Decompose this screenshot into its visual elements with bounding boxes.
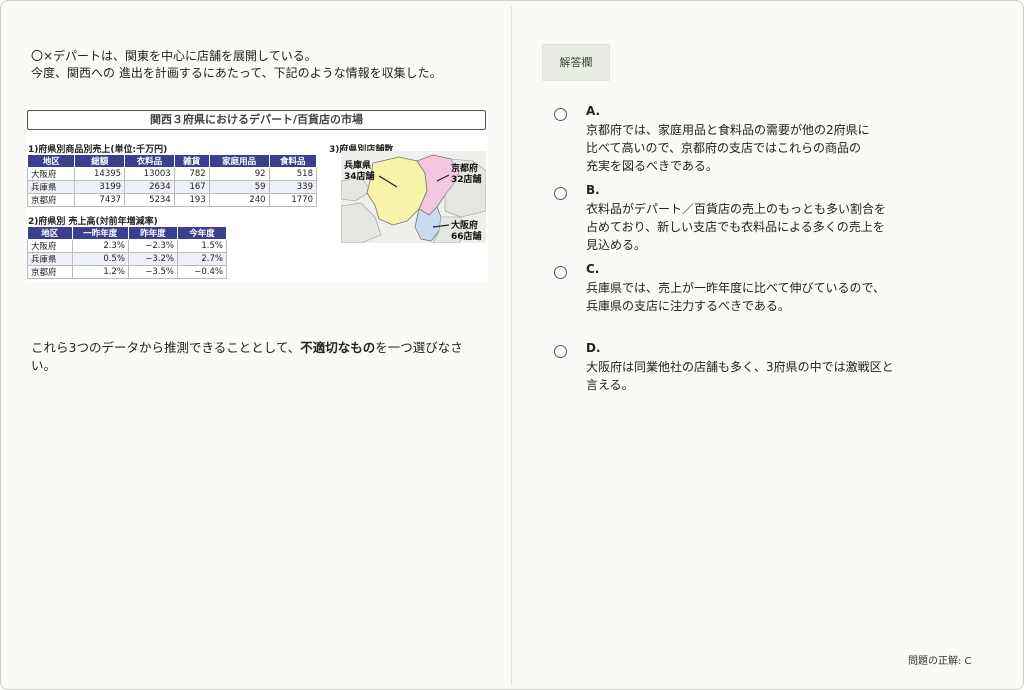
sales-growth-table: 地区 一昨年度 昨年度 今年度 大阪府 2.3% −2.3% 1.5% 兵庫県 0.5% −3.2%… [27,226,228,279]
option-a-text: 京都府では、家庭用品と食料品の需要が他の2府県に 比べて高いので、京都府の支店で… [586,123,870,173]
prompt-prefix: これら3つのデータから推測できることとして、 [31,340,301,355]
growth-table-row: 大阪府 2.3% −2.3% 1.5% [27,239,228,253]
sales-table-cell: 京都府 [26,193,76,207]
option-d-letter: D. [586,341,601,355]
growth-table-cell: −3.2% [127,252,178,266]
sales-table-cell: 14395 [74,167,126,181]
market-figure: 関西３府県におけるデパート/百貨店の市場 1)府県別商品別売上(単位:千万円) … [26,106,488,282]
sales-table-cell: 2634 [124,180,175,194]
growth-table-cell: 2.3% [71,239,129,253]
growth-table-cell: 2.7% [176,252,228,266]
option-d-text: 大阪府は同業他社の店舗も多く、3府県の中では激戦区と 言える。 [586,360,894,392]
growth-table-header-row: 地区 一昨年度 昨年度 今年度 [27,226,228,240]
sales-table-cell: 339 [268,180,318,194]
sales-table-cell: 92 [208,167,270,181]
hyogo-count: 34店舗 [344,170,375,182]
sales-table-header-cell: 食料品 [268,154,318,168]
growth-table-cell: 1.5% [176,239,228,253]
option-a-radio[interactable] [554,108,567,121]
sales-table-header-cell: 地区 [26,154,76,168]
question-line-2: 今度、関西への 進出を計画するにあたって、下記のような情報を収集した。 [31,66,442,80]
sales-table-cell: 59 [208,180,270,194]
option-b-radio[interactable] [554,187,567,200]
growth-table-header-cell: 地区 [27,226,73,240]
sales-table-row: 兵庫県 3199 2634 167 59 339 [26,180,318,194]
sales-table-cell: 167 [173,180,210,194]
option-a-letter: A. [586,104,601,118]
option-c-text: 兵庫県では、売上が一昨年度に比べて伸びているので、 兵庫県の支店に注力するべきで… [586,281,886,313]
answer-section-label: 解答欄 [542,44,610,81]
kyoto-label: 京都府 [451,162,478,174]
growth-table-cell: −3.5% [127,265,178,279]
question-intro: 〇×デパートは、関東を中心に店舗を展開している。 今度、関西への 進出を計画する… [31,48,442,82]
option-c-letter: C. [586,262,600,276]
sales-table-header-cell: 総額 [74,154,126,168]
growth-table-header-cell: 昨年度 [127,226,178,240]
sales-table-cell: 7437 [74,193,126,207]
option-b-text: 衣料品がデパート／百貨店の売上のもっとも多い割合を 占めており、新しい支店でも衣… [586,202,887,252]
hyogo-label: 兵庫県 [344,159,371,171]
figure-title: 関西３府県におけるデパート/百貨店の市場 [27,110,486,130]
sales-table-header-cell: 家庭用品 [208,154,270,168]
question-line-1: 〇×デパートは、関東を中心に店舗を展開している。 [31,49,317,63]
sales-table-cell: 518 [268,167,318,181]
growth-table-cell: −0.4% [176,265,228,279]
growth-table-header-cell: 今年度 [176,226,228,240]
sales-table-cell: 782 [173,167,210,181]
prompt-emphasis: 不適切なもの [300,340,376,355]
sales-table-header-cell: 衣料品 [124,154,175,168]
growth-table-cell: 京都府 [27,265,73,279]
correct-answer-note: 問題の正解: C [908,656,972,667]
growth-table-cell: 兵庫県 [27,252,73,266]
sales-by-product-table: 地区 総額 衣料品 雑貨 家庭用品 食料品 大阪府 14395 13003 782 92 518 兵庫県… [26,154,318,207]
sales-table-cell: 240 [208,193,270,207]
growth-table-cell: −2.3% [127,239,178,253]
sales-table-row: 京都府 7437 5234 193 240 1770 [26,193,318,207]
question-prompt: これら3つのデータから推測できることとして、不適切なものを一つ選びなさい。 [31,339,471,375]
column-divider [511,6,512,684]
option-c-radio[interactable] [554,266,567,279]
growth-table-cell: 1.2% [71,265,129,279]
sales-table-cell: 5234 [124,193,175,207]
sales-table-cell: 1770 [268,193,318,207]
sales-table-cell: 193 [173,193,210,207]
sales-table-cell: 兵庫県 [26,180,76,194]
kyoto-count: 32店舗 [451,173,482,185]
osaka-label: 大阪府 [451,219,478,231]
sales-table-row: 大阪府 14395 13003 782 92 518 [26,167,318,181]
option-b-letter: B. [586,183,600,197]
sales-table-header-cell: 雑貨 [173,154,210,168]
growth-table-row: 兵庫県 0.5% −3.2% 2.7% [27,252,228,266]
growth-table-row: 京都府 1.2% −3.5% −0.4% [27,265,228,279]
osaka-count: 66店舗 [451,230,482,242]
sales-table-cell: 大阪府 [26,167,76,181]
store-count-map: 兵庫県 34店舗 京都府 32店舗 大阪府 66店舗 [341,151,486,243]
sales-table-cell: 3199 [74,180,126,194]
growth-table-header-cell: 一昨年度 [71,226,129,240]
sales-table-header-row: 地区 総額 衣料品 雑貨 家庭用品 食料品 [26,154,318,168]
growth-table-cell: 0.5% [71,252,129,266]
option-d-radio[interactable] [554,345,567,358]
sales-table-cell: 13003 [124,167,175,181]
growth-table-cell: 大阪府 [27,239,73,253]
